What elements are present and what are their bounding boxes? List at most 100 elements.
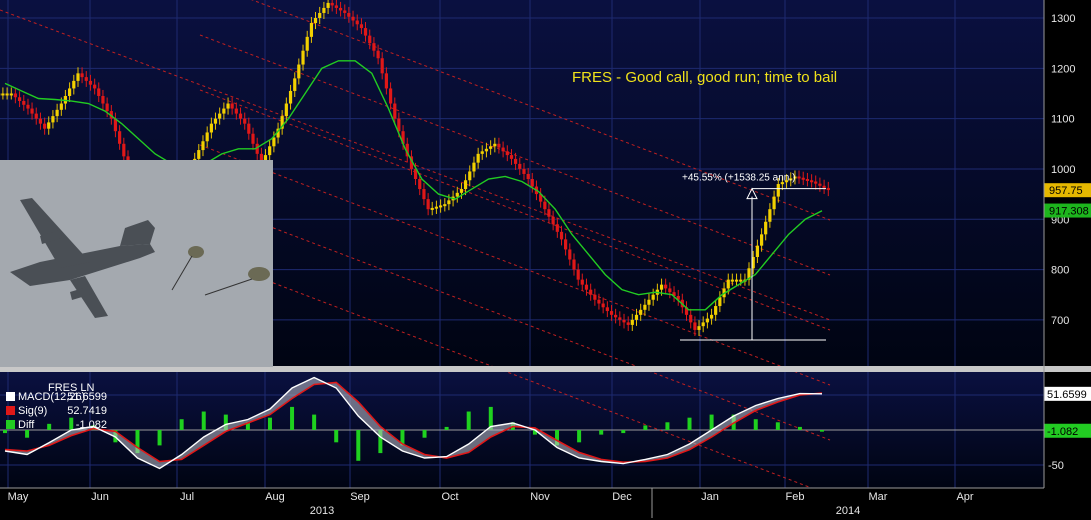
diff-bar	[775, 422, 780, 430]
price-candle	[247, 123, 251, 134]
x-tick-label: Jan	[701, 491, 719, 503]
price-candle	[455, 192, 459, 197]
price-candle	[97, 88, 101, 96]
price-candle	[251, 133, 255, 144]
price-candle	[67, 88, 72, 96]
price-candle	[22, 101, 26, 105]
price-tick-label: 1000	[1051, 164, 1075, 176]
price-candle	[614, 314, 618, 318]
price-candle	[1, 93, 5, 96]
price-candle	[463, 180, 468, 190]
price-candle	[489, 146, 493, 149]
diff-bar	[356, 430, 361, 461]
price-candle	[334, 5, 338, 8]
price-candle	[709, 314, 714, 319]
price-candle	[376, 50, 380, 59]
price-candle	[38, 118, 43, 124]
price-candle	[9, 93, 13, 96]
price-candle	[605, 307, 609, 312]
price-candle	[197, 150, 201, 159]
price-candle	[497, 143, 501, 148]
price-candle	[105, 103, 109, 112]
price-tick-label: 800	[1051, 265, 1069, 277]
legend-value: 52.7419	[67, 405, 107, 417]
price-candle	[589, 289, 593, 295]
price-candle	[526, 173, 530, 179]
diff-bar	[797, 426, 802, 430]
price-candle	[447, 200, 451, 205]
price-candle	[209, 123, 213, 133]
diff-bar	[643, 425, 648, 430]
price-candle	[664, 284, 668, 289]
diff-bar	[709, 414, 714, 430]
price-candle	[355, 20, 359, 25]
diff-bar	[3, 430, 7, 434]
price-candle	[634, 314, 639, 320]
price-candle	[609, 311, 614, 315]
price-candle	[580, 279, 584, 285]
price-candle	[118, 131, 122, 144]
price-candle	[668, 288, 672, 293]
price-candle	[647, 299, 651, 305]
price-candle	[55, 109, 59, 117]
price-candle	[530, 179, 534, 187]
legend-label: Diff	[18, 419, 35, 431]
diff-bar	[577, 430, 582, 443]
price-candle	[697, 326, 701, 330]
price-candle	[443, 204, 447, 207]
x-tick-label: Aug	[265, 491, 285, 503]
price-candle	[480, 151, 484, 154]
price-candle	[659, 284, 664, 290]
price-candle	[472, 162, 476, 172]
diff-bar	[47, 423, 52, 430]
price-candle	[801, 177, 805, 180]
price-candle	[43, 123, 47, 129]
price-candle	[80, 73, 84, 78]
x-tick-label: Sep	[350, 491, 370, 503]
price-candle	[776, 184, 780, 197]
price-candle	[313, 18, 318, 24]
price-candle	[13, 93, 17, 98]
price-candle	[343, 10, 347, 13]
x-tick-label: Jul	[180, 491, 194, 503]
price-candle	[563, 239, 568, 250]
price-candle	[76, 73, 80, 81]
price-candle	[330, 2, 334, 6]
chart-root: +45.55% (+1538.25 ann.) 700 800 900 1000 110…	[0, 0, 1091, 520]
price-candle	[622, 319, 626, 323]
chart-title: FRES - Good call, good run; time to bail	[572, 69, 837, 86]
diff-bar	[444, 426, 449, 430]
price-candle	[243, 118, 247, 124]
price-candle	[584, 284, 589, 290]
price-candle	[309, 23, 314, 37]
diff-bar	[334, 430, 339, 443]
price-candle	[476, 153, 480, 163]
price-candle	[338, 7, 343, 11]
price-candle	[351, 16, 355, 21]
x-tick-label: Dec	[612, 491, 632, 503]
price-candle	[72, 80, 76, 89]
price-candle	[505, 151, 509, 156]
price-candle	[509, 155, 514, 159]
price-candle	[305, 36, 309, 51]
price-candle	[426, 199, 430, 210]
price-candle	[818, 183, 822, 186]
price-candle	[755, 245, 760, 257]
price-candle	[318, 12, 322, 18]
price-candle	[122, 143, 126, 157]
price-candle	[230, 103, 234, 109]
price-candle	[459, 189, 464, 193]
chart-svg: +45.55% (+1538.25 ann.) 7008009001000110…	[0, 0, 1091, 520]
macd-tag-label: 51.6599	[1047, 389, 1087, 401]
price-candle	[822, 185, 826, 188]
price-candle	[284, 103, 288, 117]
diff-bar	[753, 419, 758, 430]
price-candle	[430, 207, 434, 210]
price-candle	[805, 179, 810, 181]
price-tick-label: 1200	[1051, 63, 1075, 75]
price-tick-label: 1300	[1051, 13, 1075, 25]
diff-bar	[422, 430, 427, 438]
price-candle	[826, 187, 830, 191]
price-candle	[418, 179, 422, 190]
price-candle	[422, 189, 426, 200]
